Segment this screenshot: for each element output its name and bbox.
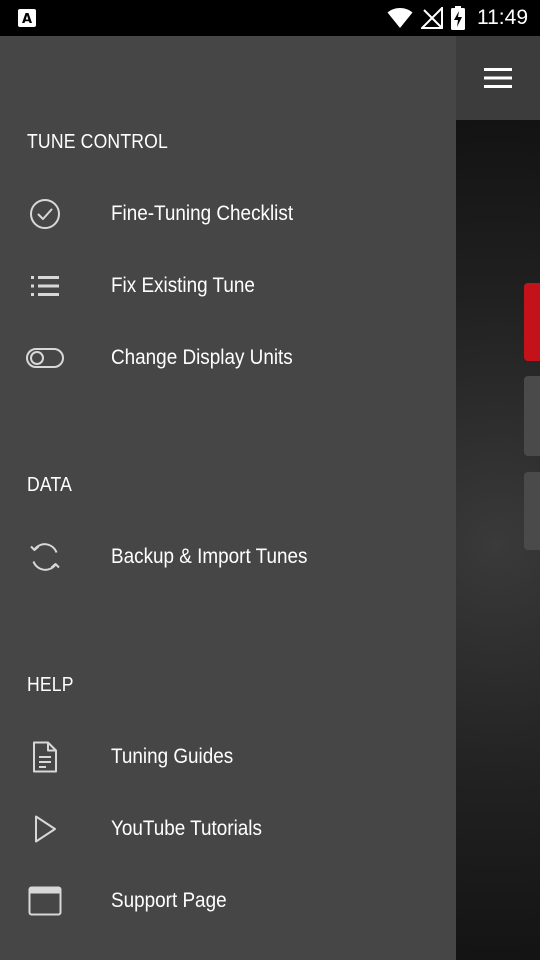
document-icon — [26, 741, 64, 773]
menu-item-tuning-guides[interactable]: Tuning Guides — [0, 723, 456, 791]
menu-item-backup-import-tunes[interactable]: Backup & Import Tunes — [0, 523, 456, 591]
section-header-data: DATA — [27, 474, 73, 496]
menu-item-label: Fine-Tuning Checklist — [111, 202, 294, 225]
screen: A 11:49 TUNE CONTROL Fine-Tuning Checkli… — [0, 0, 540, 960]
menu-item-fine-tuning-checklist[interactable]: Fine-Tuning Checklist — [0, 180, 456, 248]
sync-icon — [26, 541, 64, 573]
menu-item-label: Backup & Import Tunes — [111, 545, 308, 568]
check-circle-icon — [26, 198, 64, 230]
list-icon — [26, 270, 64, 302]
battery-charging-icon — [451, 6, 465, 30]
menu-item-support-page[interactable]: Support Page — [0, 867, 456, 935]
app-tertiary-button[interactable] — [524, 472, 540, 550]
hamburger-menu-button[interactable] — [470, 60, 526, 96]
no-signal-icon — [421, 7, 443, 29]
browser-window-icon — [26, 885, 64, 917]
status-bar: A 11:49 — [0, 0, 540, 36]
status-time: 11:49 — [477, 6, 528, 29]
menu-item-label: Tuning Guides — [111, 745, 234, 768]
menu-item-label: Fix Existing Tune — [111, 274, 255, 297]
status-icons: 11:49 — [387, 0, 528, 36]
menu-item-label: Support Page — [111, 889, 227, 912]
toggle-icon — [26, 342, 64, 374]
app-secondary-button[interactable] — [524, 376, 540, 456]
menu-item-fix-existing-tune[interactable]: Fix Existing Tune — [0, 252, 456, 320]
menu-item-label: YouTube Tutorials — [111, 817, 262, 840]
play-icon — [26, 813, 64, 845]
app-primary-button[interactable] — [524, 283, 540, 361]
menu-item-change-display-units[interactable]: Change Display Units — [0, 324, 456, 392]
hamburger-menu-icon — [484, 68, 512, 88]
menu-item-label: Change Display Units — [111, 346, 293, 369]
menu-item-youtube-tutorials[interactable]: YouTube Tutorials — [0, 795, 456, 863]
navigation-drawer: TUNE CONTROL Fine-Tuning Checklist Fix E… — [0, 36, 456, 960]
a-notification-icon: A — [18, 9, 36, 27]
section-header-tune-control: TUNE CONTROL — [27, 131, 168, 153]
section-header-help: HELP — [27, 674, 74, 696]
wifi-icon — [387, 8, 413, 28]
svg-text:A: A — [22, 12, 32, 27]
